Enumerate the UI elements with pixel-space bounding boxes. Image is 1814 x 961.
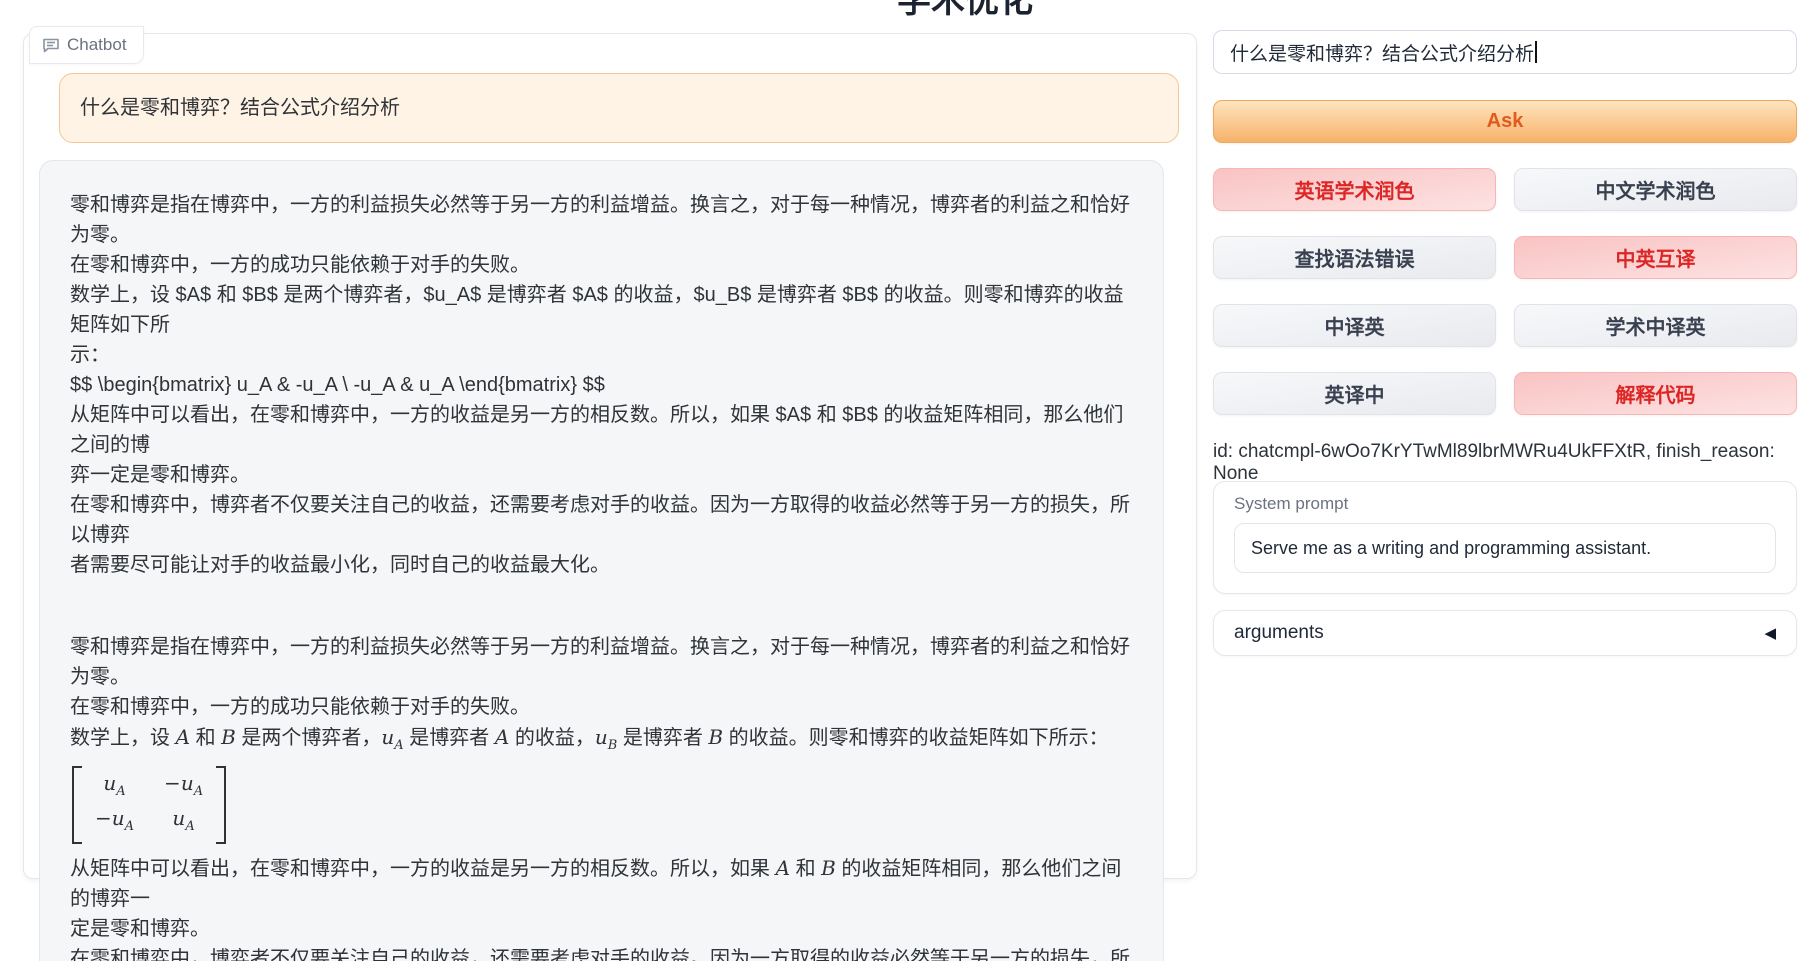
system-prompt-label: System prompt — [1234, 494, 1348, 514]
function-button-1[interactable]: 中文学术润色 — [1514, 168, 1797, 211]
app: 学术优化 Chatbot 什么是零和博弈？结合公式介绍分析 零和博弈是指在博弈中… — [0, 0, 1814, 961]
system-prompt-input[interactable]: Serve me as a writing and programming as… — [1234, 523, 1776, 573]
bot-rendered-p2: 数学上，设 A 和 B 是两个博弈者，uA 是博弈者 A 的收益，uB 是博弈者… — [70, 722, 1133, 761]
question-input[interactable]: 什么是零和博弈？结合公式介绍分析 — [1213, 30, 1797, 74]
function-button-grid: 英语学术润色中文学术润色查找语法错误中英互译中译英学术中译英英译中解释代码 — [1213, 168, 1797, 415]
system-prompt-group: System prompt Serve me as a writing and … — [1213, 481, 1797, 594]
system-prompt-value: Serve me as a writing and programming as… — [1251, 538, 1651, 559]
paragraph-gap — [70, 580, 1133, 632]
function-button-0[interactable]: 英语学术润色 — [1213, 168, 1496, 211]
user-message-text: 什么是零和博弈？结合公式介绍分析 — [80, 97, 400, 119]
function-button-6[interactable]: 英译中 — [1213, 372, 1496, 415]
user-message: 什么是零和博弈？结合公式介绍分析 — [59, 73, 1179, 143]
accordion-collapse-icon: ◀ — [1764, 624, 1776, 642]
bot-raw-latex-text: 零和博弈是指在博弈中，一方的利益损失必然等于另一方的利益增益。换言之，对于每一种… — [70, 190, 1133, 580]
bot-rendered-p1: 零和博弈是指在博弈中，一方的利益损失必然等于另一方的利益增益。换言之，对于每一种… — [70, 632, 1133, 722]
ask-button[interactable]: Ask — [1213, 100, 1797, 143]
bot-rendered-p5: 在零和博弈中，博弈者不仅要关注自己的收益，还需要考虑对手的收益。因为一方取得的收… — [70, 944, 1133, 961]
payoff-matrix: uA−uA−uAuA — [72, 766, 226, 844]
arguments-accordion[interactable]: arguments ◀ — [1213, 610, 1797, 656]
chatbot-panel: Chatbot 什么是零和博弈？结合公式介绍分析 零和博弈是指在博弈中，一方的利… — [23, 33, 1197, 879]
function-button-2[interactable]: 查找语法错误 — [1213, 236, 1496, 279]
bot-message: 零和博弈是指在博弈中，一方的利益损失必然等于另一方的利益增益。换言之，对于每一种… — [39, 160, 1164, 961]
chatbot-label: Chatbot — [29, 26, 144, 64]
text-caret — [1535, 41, 1537, 63]
accordion-label: arguments — [1234, 622, 1324, 644]
function-button-3[interactable]: 中英互译 — [1514, 236, 1797, 279]
function-button-4[interactable]: 中译英 — [1213, 304, 1496, 347]
function-button-5[interactable]: 学术中译英 — [1514, 304, 1797, 347]
chat-bubble-icon — [42, 36, 60, 54]
page-title-clipped: 学术优化 — [897, 0, 1033, 22]
bot-rendered-p4: 从矩阵中可以看出，在零和博弈中，一方的收益是另一方的相反数。所以，如果 A 和 … — [70, 853, 1133, 944]
question-input-value: 什么是零和博弈？结合公式介绍分析 — [1230, 39, 1534, 66]
status-line: id: chatcmpl-6wOo7KrYTwMl89lbrMWRu4UkFFX… — [1213, 441, 1797, 485]
function-button-7[interactable]: 解释代码 — [1514, 372, 1797, 415]
chatbot-label-text: Chatbot — [67, 35, 127, 55]
